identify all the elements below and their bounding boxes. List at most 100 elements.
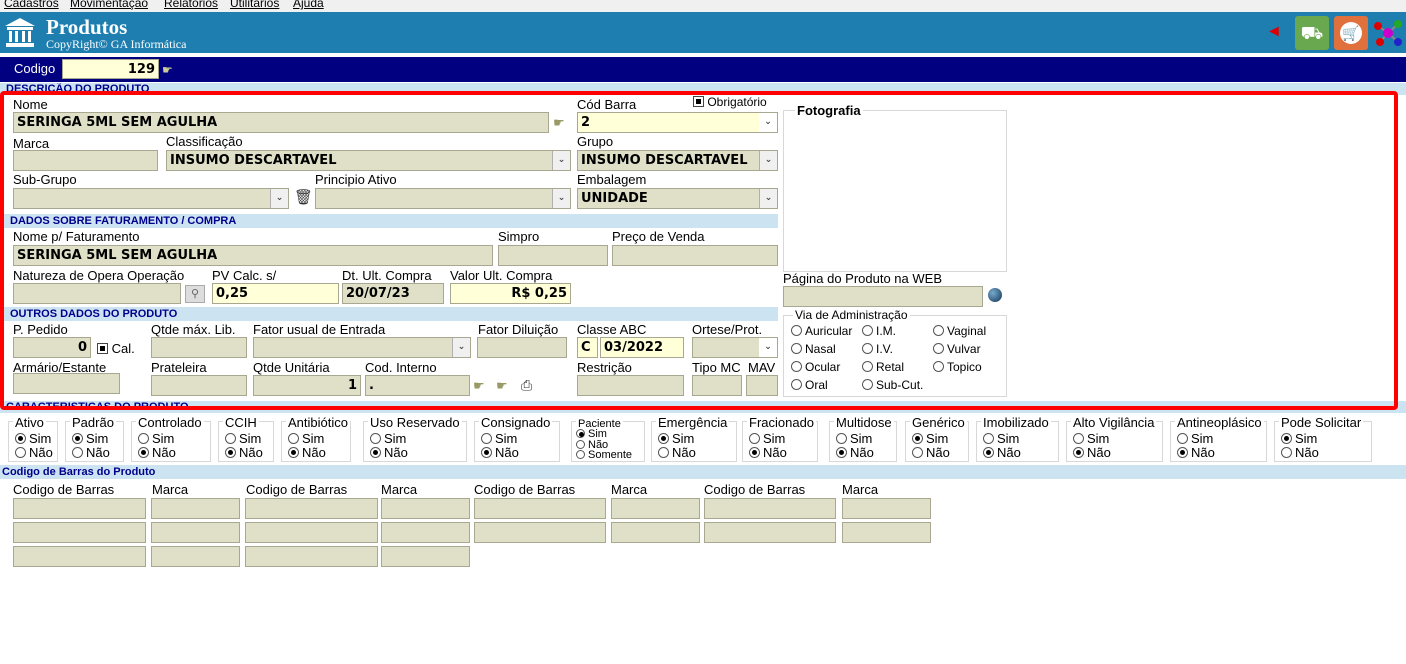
marca-cell[interactable] [611, 498, 700, 519]
radio-icon[interactable] [983, 433, 994, 444]
barcode-cell[interactable] [704, 522, 836, 543]
option-nao[interactable]: Não [72, 446, 110, 460]
option-sim[interactable]: Sim [658, 432, 694, 446]
marca-cell[interactable] [151, 498, 240, 519]
hand-pointer-icon[interactable]: ☛ [162, 62, 173, 78]
radio-icon[interactable] [1281, 433, 1292, 444]
marca-cell[interactable] [611, 522, 700, 543]
option-sim[interactable]: Sim [1177, 432, 1213, 446]
menu-ajuda[interactable]: Ajuda [293, 0, 324, 10]
paciente-option-somente[interactable]: Somente [576, 450, 632, 461]
option-nao[interactable]: Não [1281, 446, 1319, 460]
radio-icon[interactable] [15, 433, 26, 444]
option-nao[interactable]: Não [658, 446, 696, 460]
option-sim[interactable]: Sim [15, 432, 51, 446]
radio-icon[interactable] [836, 433, 847, 444]
option-nao[interactable]: Não [749, 446, 787, 460]
radio-icon[interactable] [1281, 447, 1292, 458]
radio-icon[interactable] [481, 447, 492, 458]
marca-cell[interactable] [381, 522, 470, 543]
radio-icon[interactable] [288, 447, 299, 458]
option-nao[interactable]: Não [481, 446, 519, 460]
option-nao-label: Não [1087, 445, 1111, 460]
radio-icon[interactable] [288, 433, 299, 444]
marca-cell[interactable] [151, 546, 240, 567]
radio-icon[interactable] [72, 447, 83, 458]
option-nao[interactable]: Não [225, 446, 263, 460]
radio-icon[interactable] [370, 433, 381, 444]
barcode-cell[interactable] [13, 522, 146, 543]
option-nao[interactable]: Não [1177, 446, 1215, 460]
marca-cell[interactable] [381, 498, 470, 519]
option-sim[interactable]: Sim [912, 432, 948, 446]
option-nao[interactable]: Não [912, 446, 950, 460]
marca-cell[interactable] [381, 546, 470, 567]
shopping-cart-icon[interactable]: 🛒 [1334, 16, 1368, 50]
barcode-cell[interactable] [13, 498, 146, 519]
radio-icon[interactable] [576, 429, 585, 438]
codigo-input[interactable]: 129 [62, 59, 159, 79]
option-sim[interactable]: Sim [288, 432, 324, 446]
radio-icon[interactable] [912, 447, 923, 458]
barcode-cell[interactable] [704, 498, 836, 519]
radio-icon[interactable] [912, 433, 923, 444]
barcode-cell[interactable] [474, 522, 606, 543]
option-sim[interactable]: Sim [138, 432, 174, 446]
radio-icon[interactable] [1177, 447, 1188, 458]
barcode-cell[interactable] [474, 498, 606, 519]
option-sim[interactable]: Sim [481, 432, 517, 446]
radio-icon[interactable] [1177, 433, 1188, 444]
group-title: Multidose [834, 415, 894, 430]
option-sim[interactable]: Sim [983, 432, 1019, 446]
marca-cell[interactable] [151, 522, 240, 543]
radio-icon[interactable] [481, 433, 492, 444]
menu-relatorios[interactable]: Relatórios [164, 0, 218, 10]
radio-icon[interactable] [576, 450, 585, 459]
option-sim[interactable]: Sim [225, 432, 261, 446]
barcode-cell[interactable] [13, 546, 146, 567]
radio-icon[interactable] [15, 447, 26, 458]
radio-icon[interactable] [658, 433, 669, 444]
group-controlado: Controlado Sim Não [131, 416, 211, 462]
option-sim[interactable]: Sim [836, 432, 872, 446]
option-nao[interactable]: Não [836, 446, 874, 460]
molecule-icon[interactable] [1372, 18, 1404, 48]
menu-movimentacao[interactable]: Movimentação [70, 0, 148, 10]
radio-icon[interactable] [1073, 447, 1084, 458]
radio-icon[interactable] [370, 447, 381, 458]
option-sim[interactable]: Sim [370, 432, 406, 446]
menu-cadastros[interactable]: Cadastros [4, 0, 59, 10]
radio-icon[interactable] [138, 433, 149, 444]
radio-icon[interactable] [225, 433, 236, 444]
option-nao[interactable]: Não [370, 446, 408, 460]
option-nao[interactable]: Não [983, 446, 1021, 460]
radio-icon[interactable] [749, 447, 760, 458]
option-nao[interactable]: Não [15, 446, 53, 460]
radio-icon[interactable] [72, 433, 83, 444]
option-sim-label: Sim [239, 431, 262, 446]
option-sim[interactable]: Sim [1073, 432, 1109, 446]
radio-icon[interactable] [749, 433, 760, 444]
option-sim[interactable]: Sim [749, 432, 785, 446]
barcode-cell[interactable] [245, 546, 378, 567]
radio-icon[interactable] [576, 440, 585, 449]
radio-icon[interactable] [983, 447, 994, 458]
marca-cell[interactable] [842, 498, 931, 519]
group-title: CCIH [223, 415, 259, 430]
barcode-cell[interactable] [245, 522, 378, 543]
cart-green-icon[interactable]: ⛟ [1295, 16, 1329, 50]
radio-icon[interactable] [658, 447, 669, 458]
option-nao[interactable]: Não [288, 446, 326, 460]
radio-icon[interactable] [1073, 433, 1084, 444]
marca-cell[interactable] [842, 522, 931, 543]
option-sim[interactable]: Sim [72, 432, 108, 446]
radio-icon[interactable] [225, 447, 236, 458]
option-nao[interactable]: Não [138, 446, 176, 460]
back-arrow-icon[interactable]: ◄ [1266, 24, 1282, 40]
barcode-cell[interactable] [245, 498, 378, 519]
option-sim[interactable]: Sim [1281, 432, 1317, 446]
menu-utilitarios[interactable]: Utilitários [230, 0, 279, 10]
radio-icon[interactable] [836, 447, 847, 458]
option-nao[interactable]: Não [1073, 446, 1111, 460]
radio-icon[interactable] [138, 447, 149, 458]
